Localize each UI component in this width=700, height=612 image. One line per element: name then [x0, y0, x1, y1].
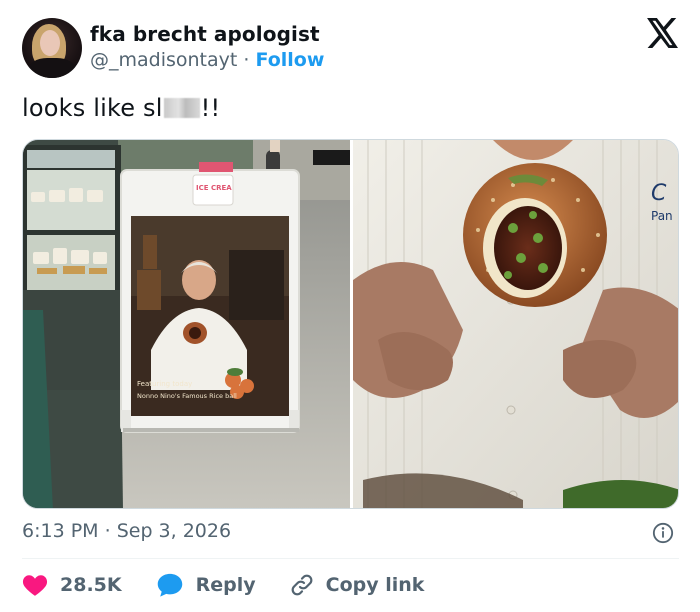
media-photos: ICE CREA Featuring today Nonno Nino's Fa… — [23, 140, 678, 508]
x-logo-icon[interactable] — [646, 18, 680, 48]
copy-link-button[interactable]: Copy link — [290, 573, 425, 597]
right-photo: C Pan — [353, 140, 678, 508]
tweet-media[interactable]: ICE CREA Featuring today Nonno Nino's Fa… — [22, 139, 679, 509]
sign-cup-text: ICE CREA — [196, 184, 232, 192]
tweet-text-end: !! — [200, 94, 221, 122]
like-button[interactable]: 28.5K — [22, 573, 122, 597]
author-name[interactable]: fka brecht apologist — [90, 22, 320, 46]
tweet-time: 6:13 PM — [22, 520, 99, 542]
reply-label: Reply — [195, 574, 256, 596]
like-count: 28.5K — [60, 574, 122, 596]
tweet-timestamp[interactable]: 6:13 PM · Sep 3, 2026 — [22, 520, 231, 542]
author-handle-row: @_madisontayt · Follow — [90, 49, 324, 71]
divider — [22, 558, 679, 559]
avatar-face — [40, 30, 60, 56]
avatar-dress — [28, 58, 76, 78]
follow-button[interactable]: Follow — [255, 49, 324, 71]
heart-icon — [22, 575, 48, 596]
sign-subtitle: Nonno Nino's Famous Rice ball — [137, 392, 237, 400]
sign-featuring: Featuring today — [137, 380, 192, 388]
avatar[interactable] — [22, 18, 82, 78]
link-icon — [291, 574, 313, 596]
action-bar: 28.5K Reply Copy link — [22, 568, 458, 602]
redaction-blur — [163, 98, 200, 118]
tweet-text-start: looks like sl — [22, 94, 163, 122]
tweet-date: Sep 3, 2026 — [116, 520, 232, 542]
left-photo: ICE CREA Featuring today Nonno Nino's Fa… — [23, 140, 350, 508]
timestamp-separator: · — [104, 520, 111, 542]
svg-text:Pan: Pan — [651, 209, 673, 223]
tweet-text: looks like sl!! — [22, 94, 220, 122]
svg-text:C: C — [651, 181, 667, 206]
author-handle[interactable]: @_madisontayt — [90, 49, 237, 71]
reply-button[interactable]: Reply — [156, 572, 256, 598]
reply-bubble-icon — [157, 573, 182, 597]
handle-separator: · — [243, 49, 250, 71]
info-icon[interactable] — [652, 522, 674, 544]
copy-link-label: Copy link — [325, 574, 425, 596]
